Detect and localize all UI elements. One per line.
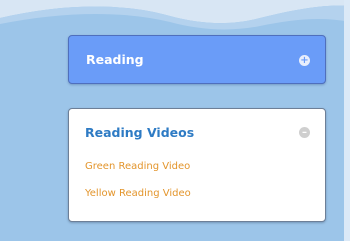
page-edge: [344, 0, 350, 241]
yellow-reading-video-link[interactable]: Yellow Reading Video: [85, 188, 191, 199]
green-reading-video-link[interactable]: Green Reading Video: [85, 161, 190, 172]
header-wave: [0, 0, 350, 30]
reading-videos-panel-title: Reading Videos: [85, 125, 195, 140]
reading-panel-header[interactable]: Reading +: [68, 35, 326, 84]
reading-panel-title: Reading: [86, 52, 144, 67]
minus-circle-icon[interactable]: –: [299, 127, 310, 138]
plus-circle-icon[interactable]: +: [299, 55, 310, 66]
reading-videos-panel: Reading Videos – Green Reading Video Yel…: [68, 108, 326, 222]
